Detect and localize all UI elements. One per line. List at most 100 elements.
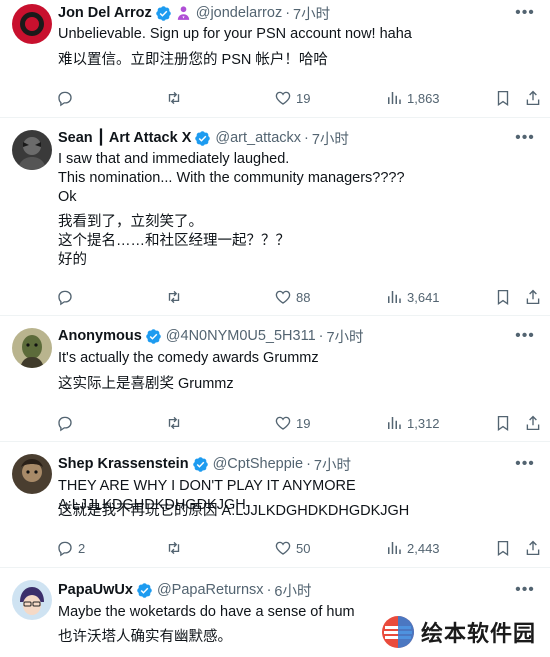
timestamp[interactable]: 7小时 (312, 128, 349, 149)
display-name[interactable]: Shep Krassenstein (58, 456, 189, 472)
verified-badge-icon (146, 328, 161, 344)
share-button[interactable] (524, 413, 542, 433)
avatar-image (12, 130, 52, 170)
bookmark-button[interactable] (494, 413, 512, 433)
bookmark-button[interactable] (494, 287, 512, 307)
reply-button[interactable] (56, 287, 78, 307)
share-icon (526, 415, 540, 431)
avatar-image (12, 328, 52, 368)
user-handle[interactable]: @PapaReturnsx (157, 582, 264, 598)
avatar[interactable] (12, 580, 52, 620)
heart-icon (275, 290, 291, 304)
retweet-button[interactable] (165, 413, 187, 433)
user-handle[interactable]: @art_attackx (215, 130, 301, 146)
timestamp[interactable]: 7小时 (326, 326, 363, 347)
reply-icon (58, 290, 72, 306)
share-icon (526, 90, 540, 106)
retweet-button[interactable] (165, 88, 187, 108)
post-text: Unbelievable. Sign up for your PSN accou… (58, 26, 412, 42)
separator-dot: · (318, 328, 324, 344)
action-bar: 19 1,863 (56, 88, 540, 108)
post-shep-krassenstein[interactable]: Shep Krassenstein @CptSheppie · 7小时 ••• … (0, 442, 550, 568)
display-name[interactable]: Jon Del Arroz (58, 5, 152, 21)
bookmark-icon (497, 90, 509, 107)
reply-icon (58, 91, 72, 107)
avatar[interactable] (12, 454, 52, 494)
user-handle[interactable]: @CptSheppie (213, 456, 304, 472)
more-horizontal-icon[interactable]: ••• (514, 3, 536, 23)
share-icon (526, 540, 540, 556)
views-button[interactable]: 1,312 (385, 413, 440, 433)
post-jon-del-arroz[interactable]: Jon Del Arroz @jondelarroz · 7小时 ••• Unb… (0, 0, 550, 118)
reply-button[interactable]: 2 (56, 538, 85, 558)
like-button[interactable]: 50 (274, 538, 310, 558)
share-button[interactable] (524, 287, 542, 307)
retweet-button[interactable] (165, 287, 187, 307)
retweet-button[interactable] (165, 538, 187, 558)
separator-dot: · (304, 130, 309, 146)
view-count: 2,443 (407, 540, 440, 556)
views-chart-icon (388, 417, 401, 429)
reply-button[interactable] (56, 413, 78, 433)
action-bar: 88 3,641 (56, 287, 540, 307)
post-text: I saw that and immediately laughed. This… (58, 151, 405, 205)
avatar-image (12, 580, 52, 620)
reply-count: 2 (78, 540, 86, 556)
watermark: 绘本软件园 (374, 607, 546, 657)
more-horizontal-icon[interactable]: ••• (514, 454, 536, 474)
timestamp[interactable]: 7小时 (314, 454, 351, 475)
like-button[interactable]: 19 (274, 413, 310, 433)
more-horizontal-icon[interactable]: ••• (514, 580, 536, 600)
post-anonymous[interactable]: Anonymous @4N0NYM0U5_5H311 · 7小时 ••• It'… (0, 316, 550, 442)
person-emoji-icon (177, 5, 189, 20)
user-handle[interactable]: @4N0NYM0U5_5H311 (166, 328, 316, 344)
share-button[interactable] (524, 538, 542, 558)
avatar[interactable] (12, 130, 52, 170)
watermark-logo-icon (381, 616, 414, 648)
bookmark-button[interactable] (494, 538, 512, 558)
more-horizontal-icon[interactable]: ••• (514, 128, 536, 148)
post-header: PapaUwUx @PapaReturnsx · 6小时 (58, 580, 510, 600)
heart-icon (275, 416, 291, 430)
share-button[interactable] (524, 88, 542, 108)
view-count: 1,863 (407, 90, 440, 106)
avatar[interactable] (12, 4, 52, 44)
post-translation: 这实际上是喜剧奖 Grummz (58, 376, 234, 392)
heart-icon (275, 91, 291, 105)
views-button[interactable]: 1,863 (385, 88, 440, 108)
display-name[interactable]: Sean ┃ Art Attack X (58, 130, 191, 146)
like-button[interactable]: 88 (274, 287, 310, 307)
views-button[interactable]: 2,443 (385, 538, 440, 558)
verified-badge-icon (137, 582, 152, 598)
display-name[interactable]: Anonymous (58, 328, 142, 344)
verified-badge-icon (155, 5, 171, 21)
post-sean-art-attack[interactable]: Sean ┃ Art Attack X @art_attackx · 7小时 •… (0, 118, 550, 316)
view-count: 1,312 (407, 415, 440, 431)
post-translation: 难以置信。立即注册您的 PSN 帐户！哈哈 (58, 52, 328, 68)
bookmark-icon (497, 540, 509, 557)
post-header: Sean ┃ Art Attack X @art_attackx · 7小时 (58, 128, 510, 148)
view-count: 3,641 (407, 289, 440, 305)
like-count: 19 (296, 90, 311, 106)
bookmark-button[interactable] (494, 88, 512, 108)
timestamp[interactable]: 7小时 (293, 3, 330, 24)
post-header: Jon Del Arroz @jondelarroz · 7小时 (58, 3, 510, 23)
reply-button[interactable] (56, 88, 78, 108)
like-count: 19 (296, 415, 311, 431)
verified-badge-icon (195, 130, 211, 146)
more-horizontal-icon[interactable]: ••• (514, 326, 536, 346)
timestamp[interactable]: 6小时 (274, 580, 311, 601)
action-bar: 2 50 2,443 (56, 538, 540, 558)
retweet-icon (168, 290, 180, 304)
heart-icon (275, 541, 291, 555)
post-text: It's actually the comedy awards Grummz (58, 350, 319, 366)
user-handle[interactable]: @jondelarroz (196, 5, 282, 21)
display-name[interactable]: PapaUwUx (58, 582, 133, 598)
bookmark-icon (497, 289, 509, 306)
like-button[interactable]: 19 (274, 88, 310, 108)
avatar[interactable] (12, 328, 52, 368)
retweet-icon (168, 541, 180, 555)
views-button[interactable]: 3,641 (385, 287, 440, 307)
views-chart-icon (388, 92, 401, 104)
views-chart-icon (388, 291, 401, 303)
